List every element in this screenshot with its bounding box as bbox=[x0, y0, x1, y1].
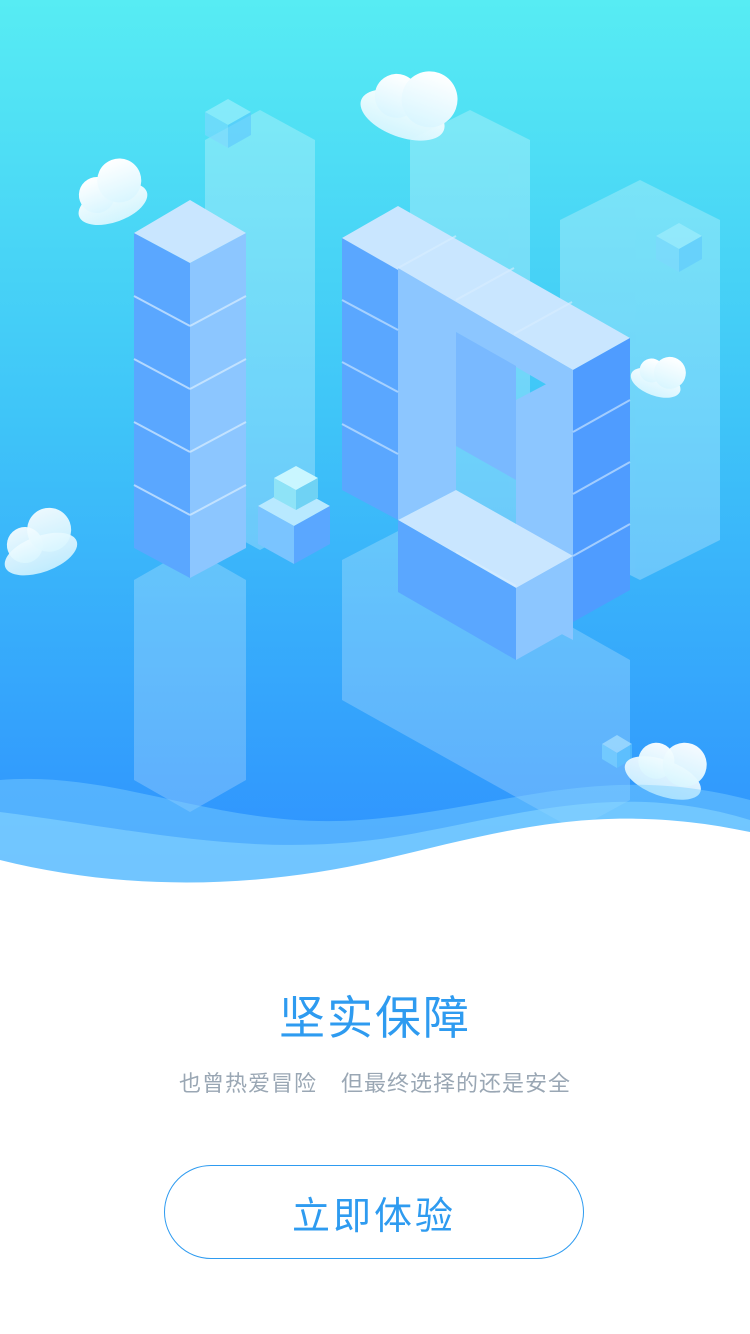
try-now-button-label: 立即体验 bbox=[291, 1193, 456, 1238]
page-subtitle: 也曾热爱冒险 但最终选择的还是安全 bbox=[179, 1072, 571, 1097]
try-now-button[interactable]: 立即体验 bbox=[164, 1165, 584, 1259]
hero-illustration bbox=[0, 0, 750, 920]
page-title: 坚实保障 bbox=[279, 991, 471, 1045]
onboarding-screen: 坚实保障 也曾热爱冒险 但最终选择的还是安全 立即体验 bbox=[0, 0, 750, 1334]
digit-one-column bbox=[133, 200, 247, 578]
